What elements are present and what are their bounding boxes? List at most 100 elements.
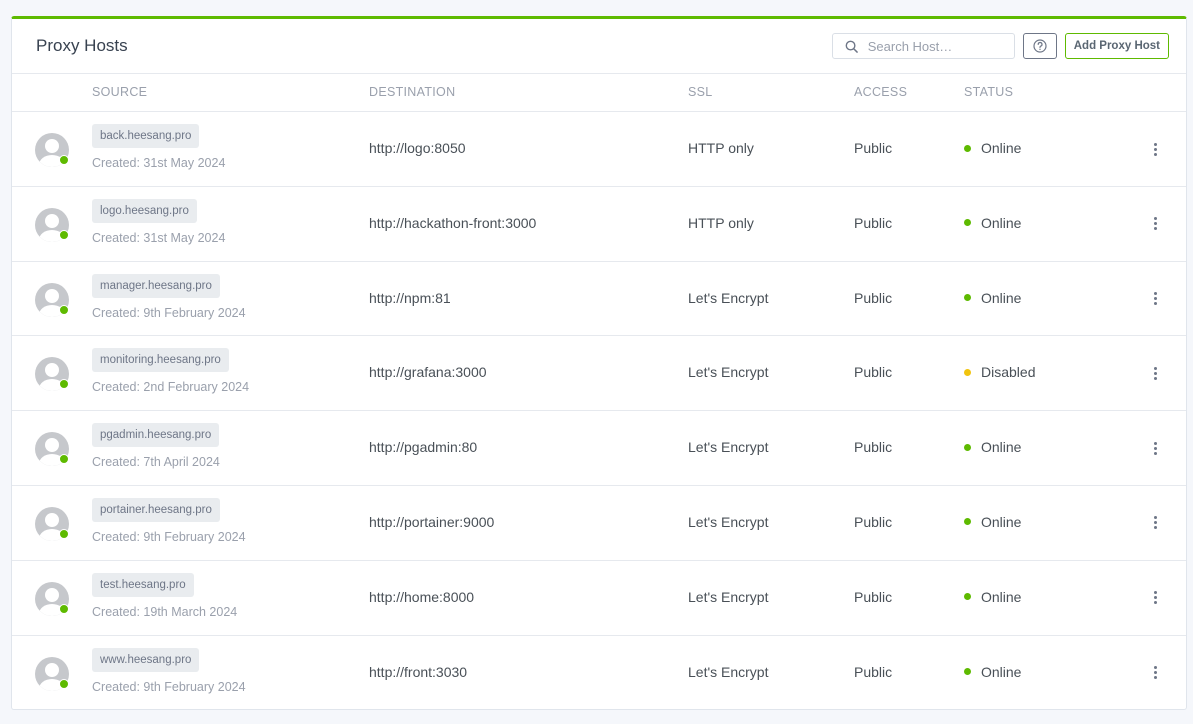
access-cell: Public (854, 214, 893, 231)
source-domain-tag[interactable]: back.heesang.pro (92, 124, 200, 148)
source-domain-tag[interactable]: test.heesang.pro (92, 572, 194, 597)
status-dot (964, 294, 971, 302)
status-badge: Online (964, 664, 1021, 680)
destination-cell: http://home:8000 (369, 588, 475, 605)
status-badge: Online (964, 439, 1021, 455)
avatar-status-dot (59, 229, 69, 240)
column-destination[interactable]: DESTINATION (369, 85, 455, 99)
ssl-cell: Let's Encrypt (688, 289, 769, 306)
source-domain-tag[interactable]: pgadmin.heesang.pro (92, 423, 220, 448)
column-access[interactable]: ACCESS (854, 85, 907, 99)
created-date: Created: 31st May 2024 (92, 230, 226, 245)
status-badge: Online (964, 290, 1021, 306)
row-actions-menu-icon[interactable] (1150, 589, 1160, 607)
destination-cell: http://logo:8050 (369, 140, 466, 156)
table-row: back.heesang.pro Created: 31st May 2024 … (12, 112, 1186, 187)
row-actions-menu-icon[interactable] (1150, 140, 1160, 158)
status-label: Online (981, 588, 1022, 605)
status-badge: Online (964, 215, 1021, 231)
search-box[interactable] (831, 33, 1015, 59)
avatar-status-dot (59, 528, 69, 539)
row-actions-menu-icon[interactable] (1150, 215, 1160, 233)
add-proxy-host-button[interactable]: Add Proxy Host (1064, 33, 1169, 59)
ssl-cell: Let's Encrypt (688, 513, 769, 530)
page-title: Proxy Hosts (36, 36, 128, 55)
created-date: Created: 9th February 2024 (92, 679, 246, 694)
ssl-cell: Let's Encrypt (688, 439, 769, 456)
card-header: Proxy Hosts Add Proxy Host (12, 19, 1186, 74)
access-cell: Public (854, 513, 893, 530)
destination-cell: http://grafana:3000 (369, 364, 487, 381)
status-dot (964, 593, 971, 601)
source-domain-tag[interactable]: www.heesang.pro (92, 647, 200, 672)
status-dot (964, 368, 971, 376)
destination-cell: http://hackathon-front:3000 (369, 214, 537, 231)
status-label: Online (981, 289, 1022, 306)
avatar-status-dot (59, 454, 69, 465)
table-body: back.heesang.pro Created: 31st May 2024 … (12, 112, 1186, 709)
avatar-status-dot (59, 379, 69, 390)
column-source[interactable]: SOURCE (92, 85, 147, 99)
help-icon (1033, 39, 1047, 53)
destination-cell: http://portainer:9000 (369, 513, 495, 530)
access-cell: Public (854, 588, 893, 605)
avatar-status-dot (59, 304, 69, 315)
access-cell: Public (854, 140, 893, 156)
status-dot (964, 668, 971, 676)
table-row: portainer.heesang.pro Created: 9th Febru… (12, 486, 1186, 561)
created-date: Created: 9th February 2024 (92, 305, 246, 320)
avatar-status-dot (59, 603, 69, 614)
ssl-cell: Let's Encrypt (688, 588, 769, 605)
row-actions-menu-icon[interactable] (1150, 364, 1160, 382)
access-cell: Public (854, 364, 893, 381)
row-actions-menu-icon[interactable] (1150, 664, 1160, 682)
access-cell: Public (854, 439, 893, 456)
status-dot (964, 144, 971, 152)
status-label: Online (981, 513, 1022, 530)
ssl-cell: HTTP only (688, 140, 754, 156)
created-date: Created: 2nd February 2024 (92, 380, 250, 395)
status-dot (964, 443, 971, 451)
proxy-hosts-card: Proxy Hosts Add Proxy Host SOURCE DESTIN… (11, 16, 1187, 710)
destination-cell: http://pgadmin:80 (369, 439, 478, 456)
status-badge: Online (964, 589, 1021, 605)
status-dot (964, 518, 971, 526)
table-row: monitoring.heesang.pro Created: 2nd Febr… (12, 336, 1186, 412)
source-domain-tag[interactable]: manager.heesang.pro (92, 273, 220, 298)
search-input[interactable] (867, 38, 1008, 54)
table-row: www.heesang.pro Created: 9th February 20… (12, 636, 1186, 709)
table-row: pgadmin.heesang.pro Created: 7th April 2… (12, 411, 1186, 486)
row-actions-menu-icon[interactable] (1150, 439, 1160, 457)
row-actions-menu-icon[interactable] (1150, 290, 1160, 308)
source-domain-tag[interactable]: logo.heesang.pro (92, 198, 197, 223)
status-label: Online (981, 140, 1022, 156)
avatar-status-dot (59, 678, 69, 689)
source-domain-tag[interactable]: monitoring.heesang.pro (92, 348, 229, 373)
ssl-cell: Let's Encrypt (688, 663, 769, 680)
table-row: manager.heesang.pro Created: 9th Februar… (12, 262, 1186, 337)
help-button[interactable] (1022, 33, 1057, 59)
destination-cell: http://front:3030 (369, 663, 468, 680)
search-icon (845, 40, 858, 53)
destination-cell: http://npm:81 (369, 289, 451, 306)
status-label: Online (981, 214, 1022, 231)
status-dot (964, 219, 971, 227)
source-domain-tag[interactable]: portainer.heesang.pro (92, 497, 220, 522)
status-label: Disabled (981, 364, 1036, 381)
created-date: Created: 9th February 2024 (92, 529, 246, 544)
created-date: Created: 19th March 2024 (92, 604, 238, 619)
table-row: test.heesang.pro Created: 19th March 202… (12, 561, 1186, 636)
column-status[interactable]: STATUS (964, 85, 1013, 99)
status-badge: Online (964, 140, 1021, 156)
row-actions-menu-icon[interactable] (1150, 514, 1160, 532)
created-date: Created: 31st May 2024 (92, 156, 226, 170)
created-date: Created: 7th April 2024 (92, 455, 220, 470)
status-label: Online (981, 663, 1022, 680)
status-badge: Disabled (964, 364, 1035, 380)
status-badge: Online (964, 514, 1021, 530)
column-ssl[interactable]: SSL (688, 85, 713, 99)
status-label: Online (981, 439, 1022, 456)
access-cell: Public (854, 663, 893, 680)
table-header: SOURCE DESTINATION SSL ACCESS STATUS (12, 74, 1186, 112)
avatar-status-dot (59, 155, 69, 165)
